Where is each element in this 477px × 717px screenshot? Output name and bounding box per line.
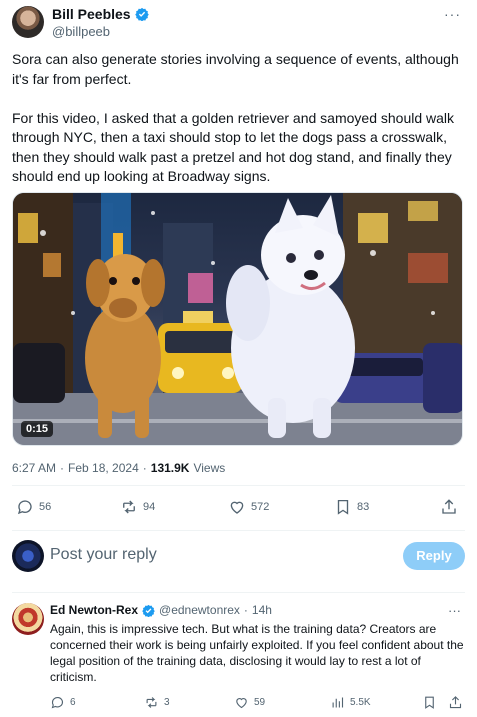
analytics-icon (332, 697, 344, 708)
divider (12, 485, 465, 486)
repost-action[interactable]: 94 (120, 498, 155, 516)
reply-views-count: 5.5K (350, 697, 371, 708)
reply-separator: · (243, 603, 248, 617)
reply-repost-count: 3 (164, 697, 170, 708)
bookmark-icon (425, 696, 434, 709)
post-paragraph-2: For this video, I asked that a golden re… (12, 109, 455, 185)
post-text: Sora can also generate stories involving… (12, 50, 465, 187)
divider (12, 592, 465, 593)
reply-share-action[interactable] (448, 695, 463, 710)
reply-repost-action[interactable]: 3 (144, 695, 170, 710)
reply-time[interactable]: 14h (252, 603, 272, 617)
reply-bookmark-action[interactable] (422, 695, 437, 710)
reply-input[interactable]: Post your reply (50, 546, 157, 564)
reply-views-action[interactable]: 5.5K (330, 695, 371, 710)
more-icon[interactable]: ··· (448, 603, 461, 618)
reply-icon (51, 696, 63, 709)
share-icon (449, 696, 462, 709)
post-meta: 6:27 AM · Feb 18, 2024 · 131.9K Views (12, 461, 225, 475)
author-display-name[interactable]: Bill Peebles (52, 6, 131, 22)
reply-like-count: 59 (254, 697, 266, 708)
reply-button[interactable]: Reply (403, 542, 465, 570)
reply-text: Again, this is impressive tech. But what… (50, 622, 464, 684)
author-name-row: Bill Peebles (52, 6, 149, 22)
divider (12, 530, 465, 531)
reply-actions: 6 3 59 5.5K (50, 695, 465, 713)
repost-icon (146, 697, 157, 708)
repost-count: 94 (143, 501, 156, 513)
video-duration: 0:15 (21, 421, 54, 437)
reply-reply-action[interactable]: 6 (50, 695, 76, 710)
reply-author-avatar[interactable] (12, 603, 44, 635)
author-avatar[interactable] (12, 6, 44, 38)
more-icon[interactable]: ··· (444, 6, 461, 22)
reply-action[interactable]: 56 (16, 498, 51, 516)
heart-icon (236, 698, 247, 709)
reply-like-action[interactable]: 59 (234, 695, 265, 710)
post-header: Bill Peebles @billpeeb ··· (12, 6, 465, 42)
verified-badge-icon (142, 604, 155, 617)
post-paragraph-1: Sora can also generate stories involving… (12, 51, 459, 87)
verified-badge-icon (134, 7, 149, 21)
heart-icon (230, 501, 244, 514)
bookmark-icon (337, 499, 349, 515)
meta-separator-2: · (142, 461, 147, 475)
repost-icon (123, 500, 135, 514)
reply-reply-count: 6 (70, 697, 76, 708)
reply-count: 56 (39, 501, 52, 513)
composer-avatar[interactable] (12, 540, 44, 572)
post-time[interactable]: 6:27 AM (12, 461, 56, 475)
video-player[interactable]: 0:15 (12, 192, 463, 446)
views-label: Views (193, 461, 226, 475)
reply-icon (17, 500, 32, 515)
share-action[interactable] (440, 498, 458, 516)
reply-author-handle[interactable]: @ednewtonrex (159, 603, 240, 617)
like-action[interactable]: 572 (228, 498, 269, 516)
share-icon (442, 499, 456, 514)
author-handle[interactable]: @billpeeb (52, 24, 110, 39)
reply-author-row: Ed Newton-Rex @ednewtonrex · 14h (50, 603, 272, 617)
post-date[interactable]: Feb 18, 2024 (68, 461, 139, 475)
like-count: 572 (251, 501, 270, 513)
post-actions: 56 94 572 83 (12, 498, 465, 520)
bookmark-count: 83 (357, 501, 370, 513)
views-count[interactable]: 131.9K (151, 461, 190, 475)
meta-separator: · (60, 461, 65, 475)
reply-author-name[interactable]: Ed Newton-Rex (50, 603, 138, 617)
reply-composer: Post your reply Reply (12, 540, 465, 574)
bookmark-action[interactable]: 83 (334, 498, 369, 516)
video-frame (13, 193, 462, 445)
